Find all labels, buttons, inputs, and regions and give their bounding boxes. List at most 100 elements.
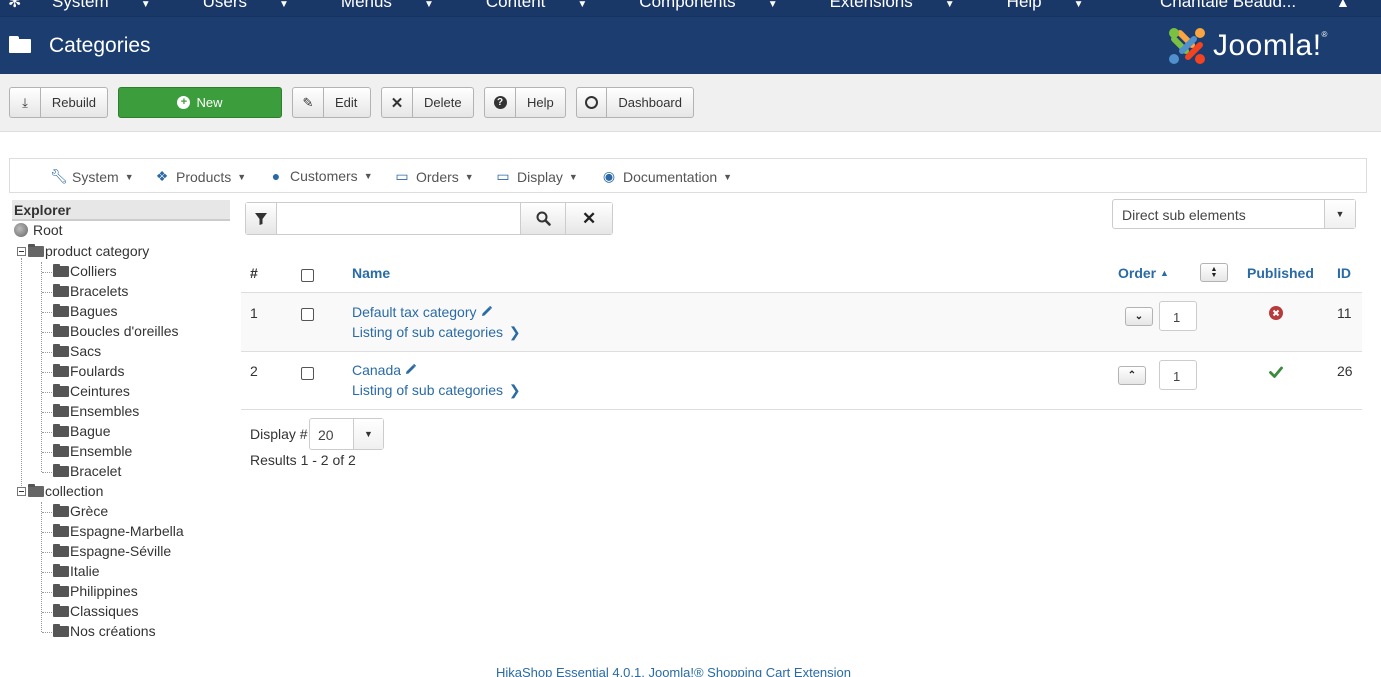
move-up-button[interactable]: ⌃ — [1118, 366, 1146, 385]
tree-node-ensemble[interactable]: Ensemble — [53, 441, 132, 461]
tree-node-boucles[interactable]: Boucles d'oreilles — [53, 321, 179, 341]
pencil-icon[interactable] — [404, 363, 417, 376]
tree-label: Ensembles — [70, 403, 140, 419]
dashboard-button[interactable]: Dashboard — [576, 87, 694, 118]
col-header-order[interactable]: Order ▲ — [1118, 265, 1169, 281]
clear-search-button[interactable]: ✕ — [565, 203, 613, 234]
col-header-order-label: Order — [1118, 265, 1157, 281]
submenu-documentation[interactable]: ◉ Documentation ▼ — [601, 168, 732, 185]
save-order-button[interactable]: ▲ ▼ — [1200, 263, 1228, 282]
chevron-down-icon: ▼ — [767, 0, 778, 10]
scope-select[interactable]: Direct sub elements ▼ — [1112, 199, 1356, 229]
tree-node-grece[interactable]: Grèce — [53, 501, 108, 521]
footer-link[interactable]: HikaShop Essential 4.0.1, Joomla!® Shopp… — [496, 665, 851, 677]
user-menu[interactable]: Chantale Beaud... — [1160, 0, 1296, 12]
tree-node-collection[interactable]: collection — [17, 481, 103, 501]
tree-node-ensembles[interactable]: Ensembles — [53, 401, 139, 421]
submenu-system[interactable]: 🔧︎ System ▼ — [50, 168, 134, 185]
chevron-up-icon: ⌃ — [1127, 370, 1137, 381]
submenu-products[interactable]: ❖ Products ▼ — [154, 168, 246, 185]
submenu-display[interactable]: ▭ Display ▼ — [495, 168, 577, 185]
tree-label: Sacs — [70, 343, 102, 359]
download-icon: ⤓ — [10, 88, 41, 117]
filter-icon[interactable] — [246, 203, 277, 234]
tree-node-philippines[interactable]: Philippines — [53, 581, 138, 601]
edit-icon: ✎ — [293, 88, 324, 117]
menu-help-label: Help — [1006, 0, 1042, 11]
results-count: Results 1 - 2 of 2 — [250, 452, 356, 468]
submenu-orders[interactable]: ▭ Orders ▼ — [394, 168, 473, 185]
search-input[interactable] — [276, 203, 521, 234]
tree-node-root[interactable]: Root — [14, 220, 63, 240]
tree-node-ceintures[interactable]: Ceintures — [53, 381, 130, 401]
tree-node-classiques[interactable]: Classiques — [53, 601, 138, 621]
menu-menus[interactable]: Menus ▼ — [341, 0, 460, 12]
chevron-down-icon: ▼ — [577, 0, 588, 10]
delete-button[interactable]: ✕ Delete — [381, 87, 474, 118]
dashboard-icon — [577, 88, 608, 117]
display-limit-select[interactable]: 20 ▼ — [309, 418, 384, 450]
order-input[interactable]: 1 — [1159, 301, 1197, 331]
tree-node-product-category[interactable]: product category — [17, 241, 149, 261]
collapse-icon[interactable] — [17, 246, 26, 256]
user-icon[interactable]: ▲ — [1336, 0, 1350, 10]
move-down-button[interactable]: ⌄ — [1125, 307, 1153, 326]
category-name-link[interactable]: Canada — [352, 362, 417, 378]
submenu-documentation-label: Documentation — [623, 168, 718, 185]
sub-categories-link[interactable]: Listing of sub categories ❯ — [352, 382, 521, 399]
cubes-icon: ❖ — [155, 168, 169, 184]
help-button[interactable]: ? Help — [484, 87, 566, 118]
tree-node-espagne-marbella[interactable]: Espagne-Marbella — [53, 521, 184, 541]
tree-label: Grèce — [70, 503, 109, 519]
category-name-link[interactable]: Default tax category — [352, 304, 493, 320]
tree-node-bracelet[interactable]: Bracelet — [53, 461, 121, 481]
menu-system[interactable]: System ▼ — [52, 0, 177, 12]
admin-top-menu: ✻ System ▼ Users ▼ Menus ▼ Content ▼ Compone… — [0, 0, 1381, 16]
folder-icon — [53, 463, 69, 477]
joomla-menu-icon[interactable]: ✻ — [8, 0, 21, 12]
menu-users[interactable]: Users ▼ — [203, 0, 315, 12]
new-label: New — [196, 95, 223, 110]
menu-extensions[interactable]: Extensions ▼ — [830, 0, 981, 12]
tree-node-foulards[interactable]: Foulards — [53, 361, 124, 381]
tree-node-bracelets[interactable]: Bracelets — [53, 281, 128, 301]
submenu-system-label: System — [72, 168, 119, 185]
tree-node-bagues[interactable]: Bagues — [53, 301, 117, 321]
pencil-icon[interactable] — [480, 305, 493, 318]
col-header-id[interactable]: ID — [1337, 265, 1351, 281]
close-icon: ✕ — [581, 208, 597, 228]
menu-help[interactable]: Help ▼ — [1007, 0, 1110, 12]
new-button[interactable]: + New — [118, 87, 282, 118]
row-checkbox[interactable] — [301, 308, 314, 321]
tree-node-nos-creations[interactable]: Nos créations — [53, 621, 156, 641]
menu-components[interactable]: Components ▼ — [639, 0, 803, 12]
tree-node-sacs[interactable]: Sacs — [53, 341, 101, 361]
page-header: Categories Joomla! ® — [0, 16, 1381, 74]
display-limit-value: 20 — [318, 427, 334, 443]
tree-node-italie[interactable]: Italie — [53, 561, 100, 581]
folder-icon — [53, 423, 69, 437]
category-name: Default tax category — [352, 304, 477, 320]
row-checkbox[interactable] — [301, 367, 314, 380]
order-input[interactable]: 1 — [1159, 360, 1197, 390]
search-button[interactable] — [520, 203, 566, 234]
col-header-name[interactable]: Name — [352, 265, 390, 281]
unpublished-icon[interactable] — [1269, 306, 1283, 320]
row-id: 26 — [1337, 363, 1353, 379]
question-icon: ? — [485, 88, 516, 117]
col-header-published[interactable]: Published — [1247, 265, 1314, 281]
sub-categories-link[interactable]: Listing of sub categories ❯ — [352, 324, 521, 341]
select-all-checkbox[interactable] — [301, 269, 314, 282]
tree-node-bague[interactable]: Bague — [53, 421, 110, 441]
menu-content[interactable]: Content ▼ — [486, 0, 613, 12]
submenu-customers[interactable]: ● Customers ▼ — [268, 168, 373, 184]
collapse-icon[interactable] — [17, 486, 26, 496]
tree-node-espagne-seville[interactable]: Espagne-Séville — [53, 541, 171, 561]
submenu-products-label: Products — [176, 168, 232, 185]
rebuild-button[interactable]: ⤓ Rebuild — [9, 87, 108, 118]
published-check-icon[interactable] — [1269, 365, 1283, 379]
folder-icon — [53, 363, 69, 377]
tree-node-colliers[interactable]: Colliers — [53, 261, 117, 281]
edit-button[interactable]: ✎ Edit — [292, 87, 371, 118]
folder-icon — [53, 303, 69, 317]
